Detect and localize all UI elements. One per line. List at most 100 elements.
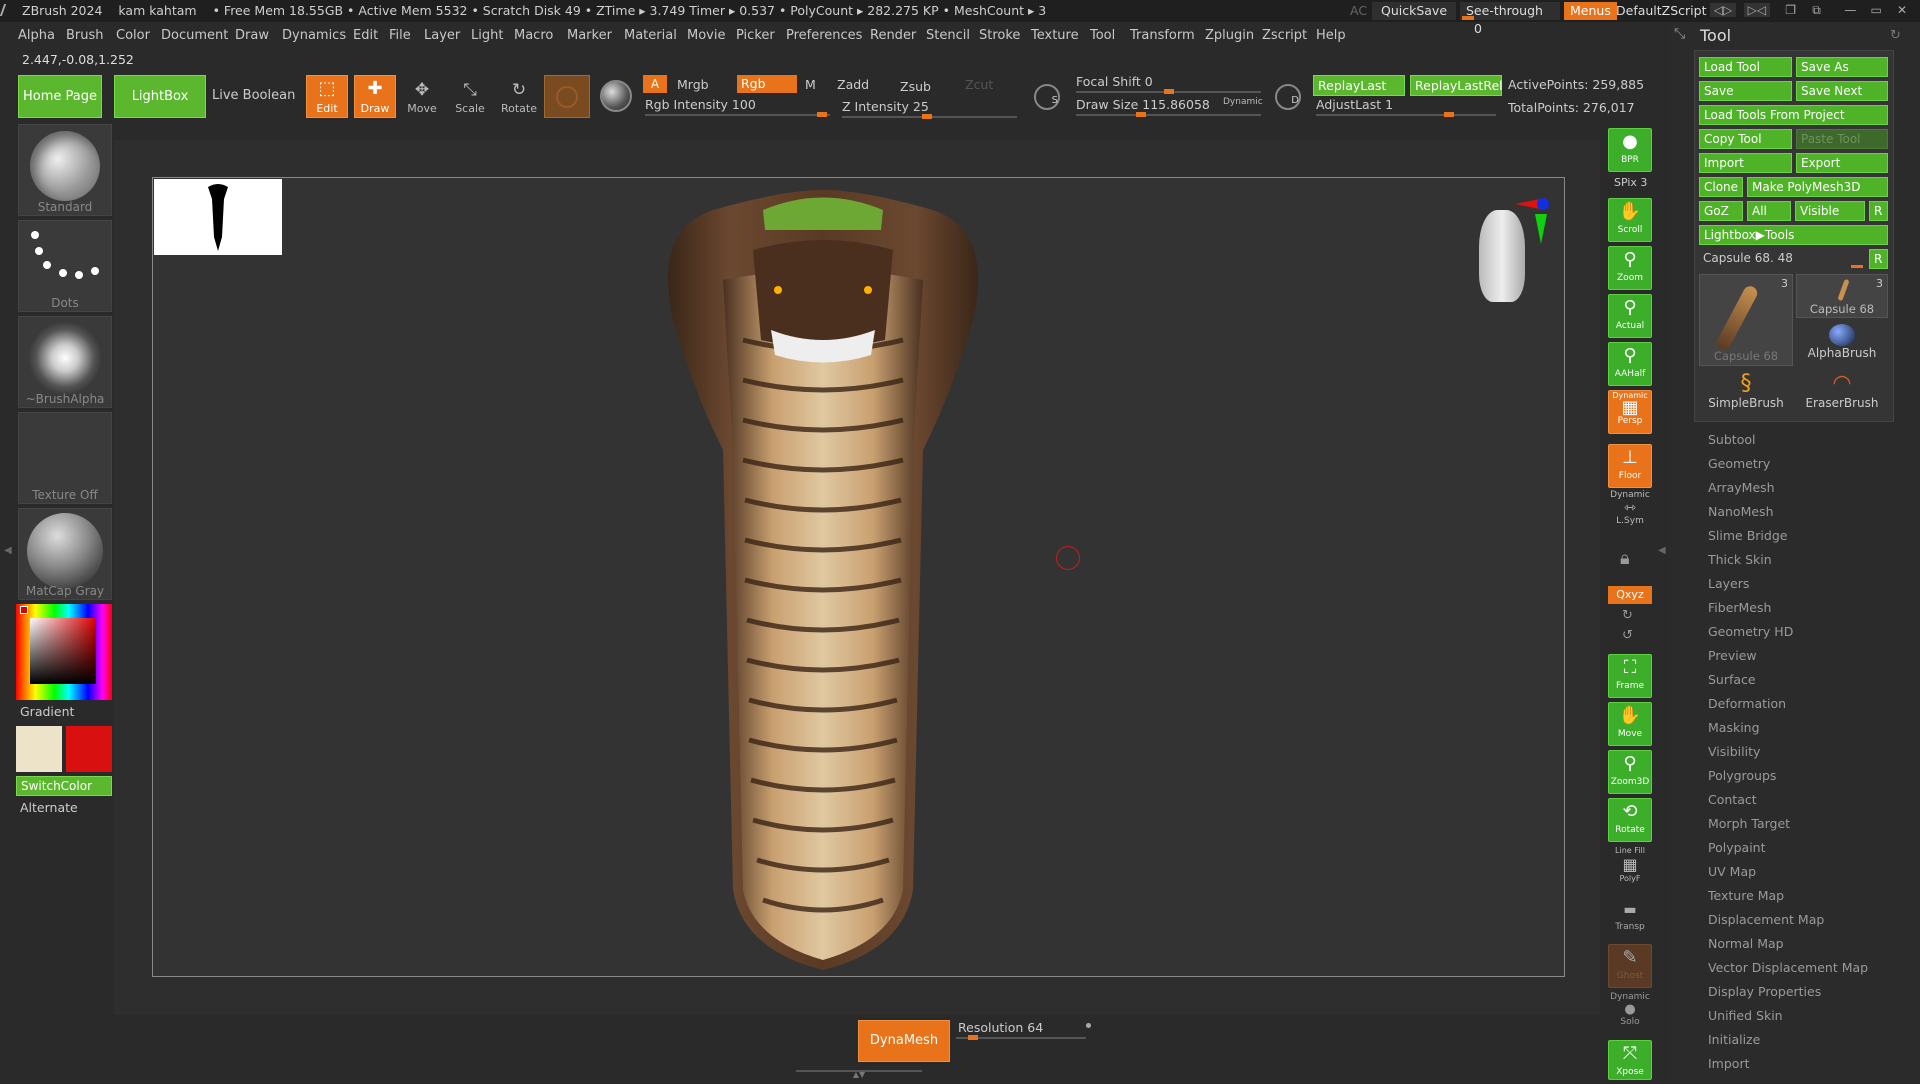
menu-macro[interactable]: Macro — [514, 28, 553, 43]
actual-button[interactable]: ⚲ Actual — [1608, 294, 1652, 338]
eraserbrush-tool[interactable]: ◠ EraserBrush — [1796, 370, 1888, 416]
lsym-button[interactable]: Dynamic ⇿ L.Sym — [1608, 490, 1652, 534]
menu-help[interactable]: Help — [1316, 28, 1346, 43]
section-masking[interactable]: Masking — [1708, 720, 1760, 735]
menu-draw[interactable]: Draw — [235, 28, 269, 43]
floor-button[interactable]: ⊥ Floor — [1608, 444, 1652, 488]
section-geometry-hd[interactable]: Geometry HD — [1708, 624, 1793, 639]
home-page-button[interactable]: Home Page — [18, 75, 102, 118]
transp-button[interactable]: ▬ Transp — [1608, 898, 1652, 938]
load-tool-button[interactable]: Load Tool — [1699, 57, 1792, 77]
menu-zplugin[interactable]: Zplugin — [1205, 28, 1254, 43]
load-from-project-button[interactable]: Load Tools From Project — [1699, 105, 1888, 125]
zoom3d-button[interactable]: ⚲ Zoom3D — [1608, 750, 1652, 794]
stroke-d-icon[interactable]: D — [1275, 84, 1301, 110]
section-import[interactable]: Import — [1708, 1056, 1750, 1071]
menu-alpha[interactable]: Alpha — [18, 28, 55, 43]
section-morph-target[interactable]: Morph Target — [1708, 816, 1790, 831]
section-geometry[interactable]: Geometry — [1708, 456, 1770, 471]
menus-button[interactable]: Menus — [1564, 2, 1617, 20]
section-normal-map[interactable]: Normal Map — [1708, 936, 1784, 951]
persp-button[interactable]: Dynamic ▦ Persp — [1608, 390, 1652, 434]
menu-render[interactable]: Render — [870, 28, 916, 43]
goz-visible-button[interactable]: Visible — [1795, 201, 1865, 221]
simplebrush-tool[interactable]: § SimpleBrush — [1699, 370, 1793, 416]
dynamesh-button[interactable]: DynaMesh — [858, 1020, 950, 1062]
replaylast-button[interactable]: ReplayLast — [1313, 75, 1405, 96]
aahalf-button[interactable]: ⚲ AAHalf — [1608, 342, 1652, 386]
lightbox-tools-button[interactable]: Lightbox▶Tools — [1699, 225, 1888, 245]
a-toggle[interactable]: A — [643, 75, 667, 93]
main-color-swatch[interactable] — [16, 726, 62, 772]
menu-preferences[interactable]: Preferences — [786, 28, 862, 43]
zoom-button[interactable]: ⚲ Zoom — [1608, 246, 1652, 290]
tool-thumb-main[interactable]: 3 Capsule 68 — [1699, 274, 1793, 366]
live-boolean-button[interactable]: Live Boolean — [212, 88, 295, 103]
lightbox-button[interactable]: LightBox — [114, 75, 206, 118]
import-button[interactable]: Import — [1699, 153, 1792, 173]
menu-zscript[interactable]: Zscript — [1262, 28, 1307, 43]
section-contact[interactable]: Contact — [1708, 792, 1757, 807]
m-toggle[interactable]: M — [805, 77, 816, 92]
see-through-slider[interactable]: See-through 0 — [1460, 2, 1560, 36]
maximize-icon[interactable]: ▭ — [1865, 3, 1887, 17]
draw-button[interactable]: ✚ Draw — [354, 75, 396, 118]
viewport[interactable] — [114, 140, 1600, 1015]
section-surface[interactable]: Surface — [1708, 672, 1756, 687]
texture-slot[interactable]: Texture Off — [18, 412, 112, 504]
section-unified-skin[interactable]: Unified Skin — [1708, 1008, 1783, 1023]
rotate-axis-z-icon[interactable]: ↺ — [1622, 628, 1633, 643]
layout-next-icon[interactable]: ▷◁ — [1743, 3, 1770, 17]
menu-transform[interactable]: Transform — [1130, 28, 1195, 43]
rgb-toggle[interactable]: Rgb — [737, 75, 797, 93]
rgb-intensity-slider[interactable]: Rgb Intensity 100 — [645, 97, 830, 117]
menu-edit[interactable]: Edit — [353, 28, 378, 43]
tool-thumb-small[interactable]: 3 Capsule 68 — [1796, 274, 1888, 318]
copy-tool-button[interactable]: Copy Tool — [1699, 129, 1792, 149]
capsule-slider[interactable]: Capsule 68. 48 — [1699, 249, 1867, 269]
secondary-color-swatch[interactable] — [66, 726, 112, 772]
scroll-button[interactable]: ✋ Scroll — [1608, 198, 1652, 242]
rotate-axis-y-icon[interactable]: ↻ — [1622, 608, 1633, 623]
section-subtool[interactable]: Subtool — [1708, 432, 1755, 447]
tool-pin-icon[interactable]: ⤡ — [1674, 26, 1685, 42]
brush-standard[interactable]: Standard — [18, 124, 112, 216]
color-picker[interactable] — [16, 604, 112, 700]
menu-tool[interactable]: Tool — [1090, 28, 1115, 43]
stroke-dots[interactable]: Dots — [18, 220, 112, 312]
quicksave-button[interactable]: QuickSave — [1372, 2, 1456, 20]
xyz-button[interactable]: Qxyz — [1608, 586, 1652, 604]
edit-button[interactable]: ⬚ Edit — [306, 75, 348, 118]
section-visibility[interactable]: Visibility — [1708, 744, 1760, 759]
save-as-button[interactable]: Save As — [1796, 57, 1888, 77]
alternate-button[interactable]: Alternate — [20, 800, 78, 815]
save-button[interactable]: Save — [1699, 81, 1792, 101]
window-tile-icon[interactable]: ⧉ — [1805, 3, 1827, 18]
section-fibermesh[interactable]: FiberMesh — [1708, 600, 1771, 615]
rotate-view-button[interactable]: ⟲ Rotate — [1608, 798, 1652, 842]
move-view-button[interactable]: ✋ Move — [1608, 702, 1652, 746]
z-intensity-slider[interactable]: Z Intensity 25 — [842, 99, 1017, 119]
navigation-thumbnail[interactable] — [154, 179, 282, 255]
alphabrush-tool[interactable]: AlphaBrush — [1796, 322, 1888, 366]
save-next-button[interactable]: Save Next — [1796, 81, 1888, 101]
bottom-collapse-icon[interactable]: ▲▼ — [796, 1070, 922, 1079]
bpr-button[interactable]: ● BPR — [1608, 128, 1652, 172]
goz-r-button[interactable]: R — [1869, 201, 1888, 221]
stroke-s-icon[interactable]: S — [1034, 84, 1060, 110]
lock-icon[interactable]: 🔒︎ — [1620, 548, 1644, 572]
menu-layer[interactable]: Layer — [424, 28, 460, 43]
gradient-label[interactable]: Gradient — [20, 704, 74, 719]
adjustlast-slider[interactable]: AdjustLast 1 — [1316, 97, 1496, 117]
scale-button[interactable]: ⤡ Scale — [450, 78, 490, 118]
section-polygroups[interactable]: Polygroups — [1708, 768, 1776, 783]
document-canvas[interactable] — [152, 177, 1565, 977]
section-nanomesh[interactable]: NanoMesh — [1708, 504, 1774, 519]
orientation-gizmo[interactable] — [1479, 198, 1549, 308]
right-collapse-icon[interactable]: ◀ — [1658, 545, 1666, 565]
tool-refresh-icon[interactable]: ↻ — [1890, 28, 1901, 43]
section-layers[interactable]: Layers — [1708, 576, 1749, 591]
color-sphere-icon[interactable] — [600, 80, 632, 112]
material-slot[interactable]: MatCap Gray — [18, 508, 112, 600]
menu-color[interactable]: Color — [116, 28, 150, 43]
